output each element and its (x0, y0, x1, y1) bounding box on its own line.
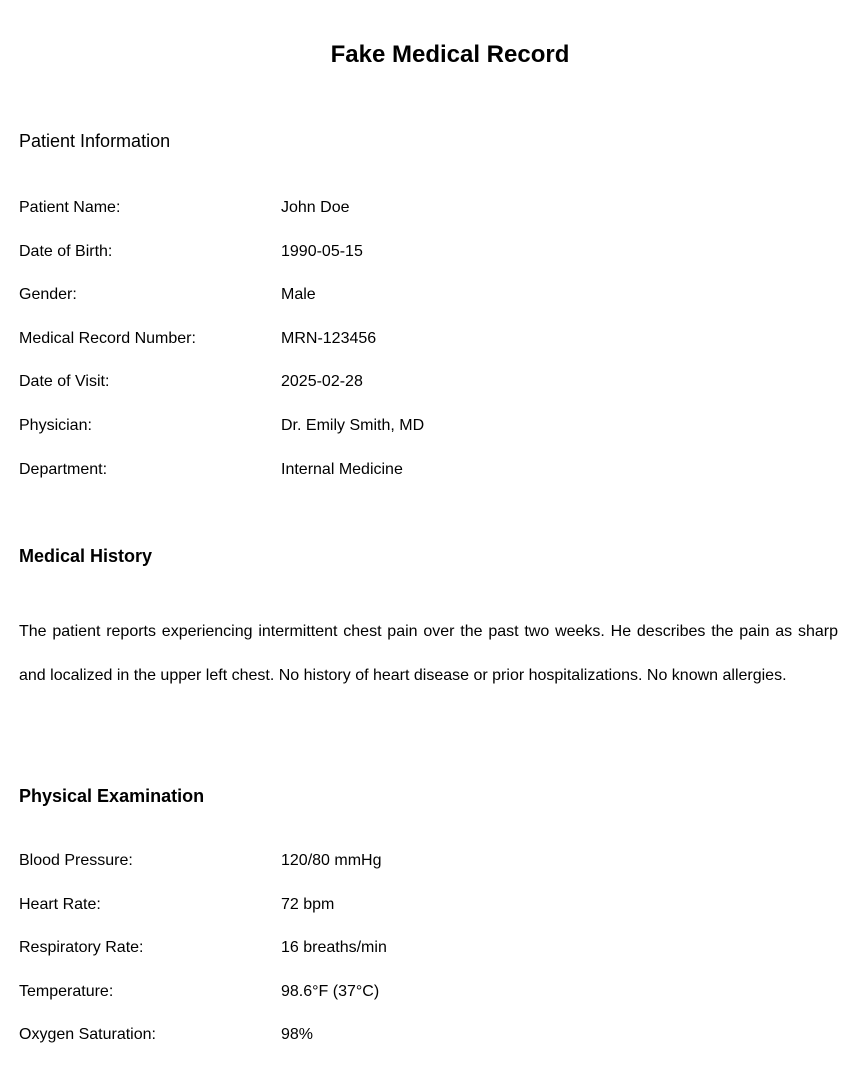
field-label: Blood Pressure: (19, 852, 133, 869)
physical-examination-fields: Blood Pressure: 120/80 mmHg Heart Rate: … (19, 851, 839, 1069)
field-row-gender: Gender: Male (19, 285, 839, 329)
physical-examination-heading: Physical Examination (19, 786, 205, 806)
field-label: Date of Birth: (19, 242, 113, 260)
field-label: Date of Visit: (19, 373, 110, 391)
field-row-medical-record-number: Medical Record Number: MRN-123456 (19, 329, 839, 373)
field-row-date-of-visit: Date of Visit: 2025-02-28 (19, 372, 839, 416)
field-label: Physician: (19, 416, 92, 434)
field-row-heart-rate: Heart Rate: 72 bpm (19, 895, 839, 939)
patient-information-heading: Patient Information (19, 131, 171, 151)
field-row-department: Department: Internal Medicine (19, 460, 839, 504)
field-row-blood-pressure: Blood Pressure: 120/80 mmHg (19, 851, 839, 895)
field-value: 98% (281, 1026, 314, 1044)
field-value: MRN-123456 (281, 329, 377, 347)
field-label: Temperature: (19, 982, 114, 1000)
patient-information-fields: Patient Name: John Doe Date of Birth: 19… (19, 198, 839, 503)
field-row-respiratory-rate: Respiratory Rate: 16 breaths/min (19, 938, 839, 982)
medical-history-heading: Medical History (19, 546, 153, 566)
field-row-physician: Physician: Dr. Emily Smith, MD (19, 416, 839, 460)
field-label: Respiratory Rate: (19, 939, 144, 957)
field-value: 120/80 mmHg (281, 852, 382, 869)
field-value: 16 breaths/min (281, 939, 387, 957)
field-value: 1990-05-15 (281, 242, 363, 260)
field-value: 72 bpm (281, 895, 335, 913)
field-label: Patient Name: (19, 199, 121, 216)
field-value: 2025-02-28 (281, 373, 363, 391)
document-title: Fake Medical Record (330, 41, 570, 68)
field-row-date-of-birth: Date of Birth: 1990-05-15 (19, 242, 839, 286)
field-value: John Doe (281, 199, 350, 216)
field-label: Department: (19, 460, 108, 478)
field-label: Gender: (19, 286, 77, 304)
medical-history-text: The patient reports experiencing intermi… (19, 623, 838, 684)
field-row-oxygen-saturation: Oxygen Saturation: 98% (19, 1025, 839, 1069)
field-label: Medical Record Number: (19, 329, 196, 347)
field-row-patient-name: Patient Name: John Doe (19, 198, 839, 242)
field-label: Oxygen Saturation: (19, 1026, 156, 1044)
field-value: 98.6°F (37°C) (281, 982, 380, 1000)
field-label: Heart Rate: (19, 895, 101, 913)
field-value: Internal Medicine (281, 460, 403, 478)
medical-record-document: Fake Medical Record Patient Information … (0, 0, 854, 1086)
field-row-temperature: Temperature: 98.6°F (37°C) (19, 982, 839, 1026)
field-value: Male (281, 286, 316, 304)
field-value: Dr. Emily Smith, MD (281, 416, 425, 434)
